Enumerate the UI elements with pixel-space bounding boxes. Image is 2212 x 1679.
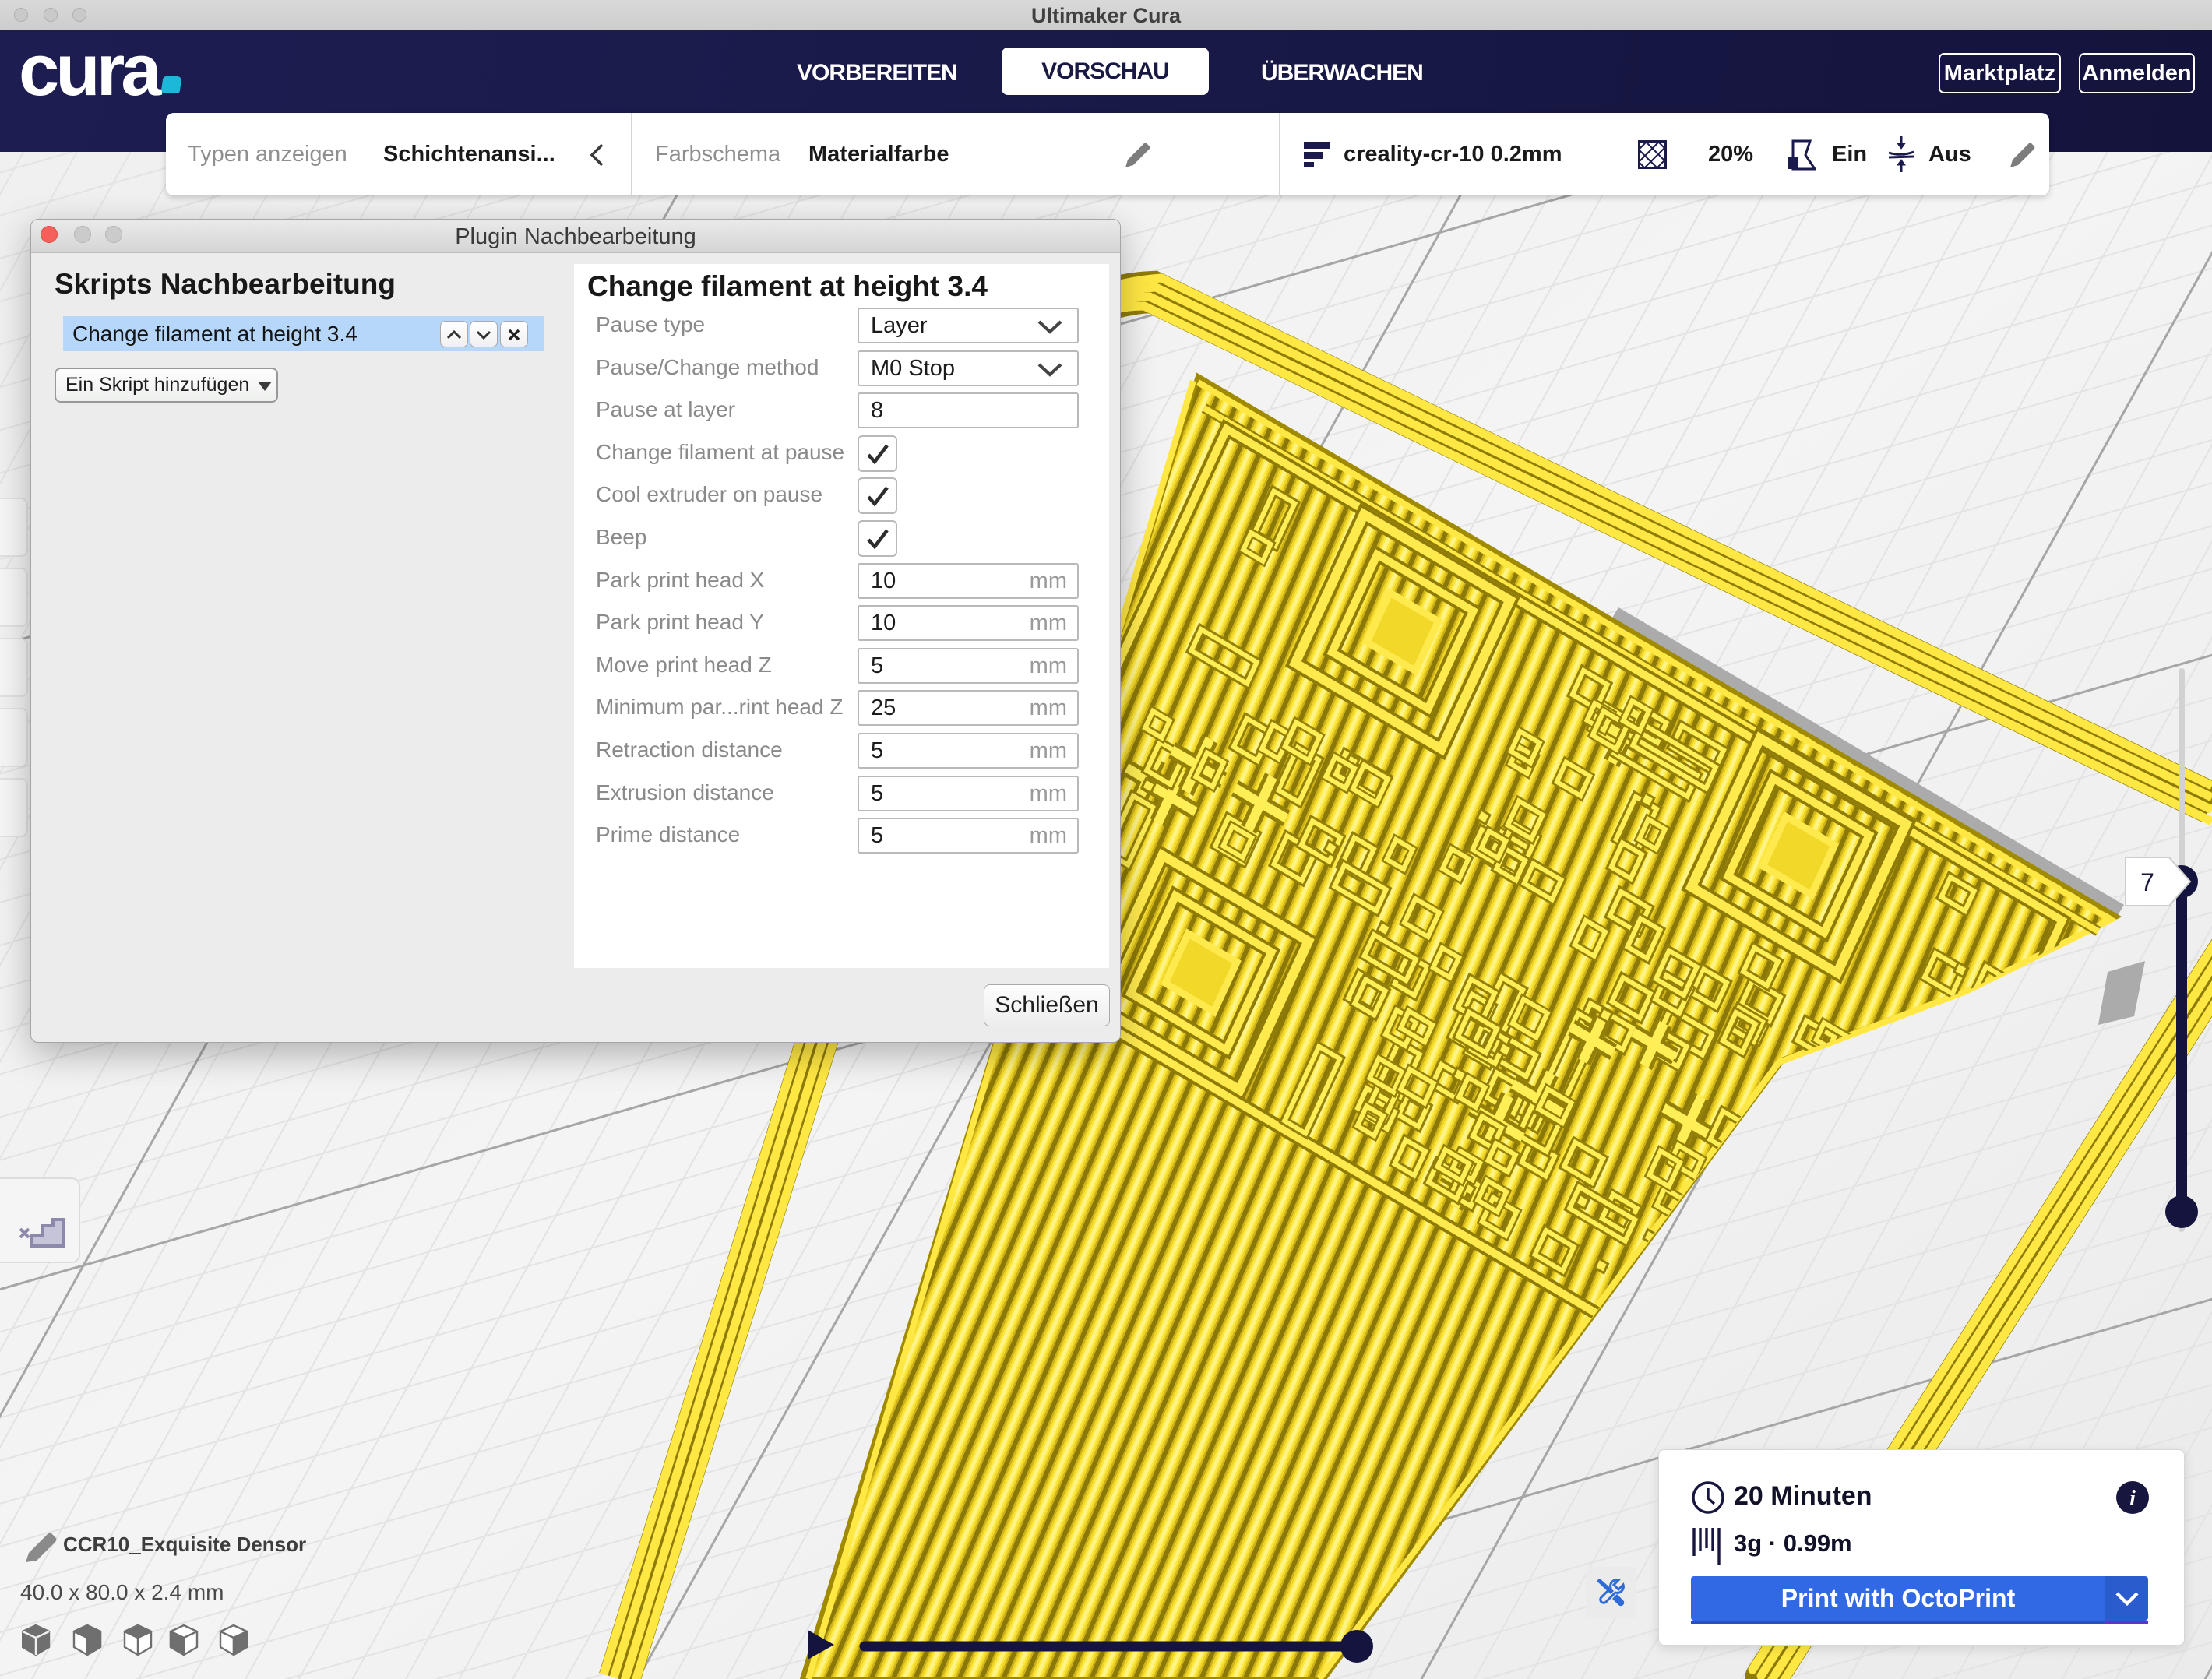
svg-text:i: i xyxy=(2129,1487,2136,1511)
svg-text:7: 7 xyxy=(2140,868,2154,896)
